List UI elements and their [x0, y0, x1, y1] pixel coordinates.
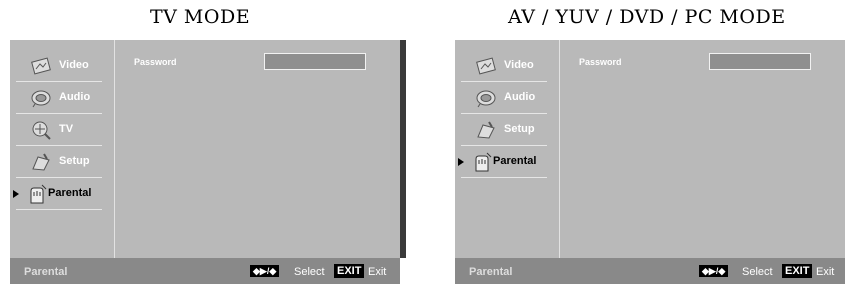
video-icon [476, 57, 496, 75]
menu-sidebar: Video Audio Setup Parental [455, 40, 560, 258]
menu-item-label: TV [59, 123, 74, 135]
tv-mode-title: TV MODE [150, 6, 251, 28]
menu-separator [461, 177, 547, 178]
menu-item-label: Video [504, 59, 534, 71]
av-mode-title: AV / YUV / DVD / PC MODE [508, 6, 786, 28]
exit-hint: Exit [816, 266, 835, 278]
current-menu-name: Parental [469, 266, 513, 278]
menu-item-label: Setup [504, 123, 535, 135]
menu-item-label: Audio [59, 91, 91, 103]
menu-separator [461, 113, 547, 114]
menu-item-video[interactable]: Video [461, 52, 553, 80]
password-label: Password [579, 57, 622, 67]
tv-mode-menu-panel: Video Audio TV Setup Parental Password P… [10, 40, 406, 284]
password-label: Password [134, 57, 177, 67]
menu-item-setup[interactable]: Setup [16, 148, 108, 176]
menu-item-setup[interactable]: Setup [461, 116, 553, 144]
selection-arrow-icon [458, 158, 464, 166]
current-menu-name: Parental [24, 266, 68, 278]
menu-separator [16, 209, 102, 210]
menu-sidebar: Video Audio TV Setup Parental [10, 40, 115, 258]
exit-key-icon: EXIT [782, 264, 813, 278]
menu-item-label: Audio [504, 91, 536, 103]
menu-separator [16, 177, 102, 178]
navigation-keys-icon: ◆▶/◆ [250, 265, 280, 277]
menu-item-label: Parental [493, 155, 537, 167]
setup-icon [32, 153, 50, 171]
menu-separator [16, 145, 102, 146]
select-hint: Select [742, 266, 773, 278]
menu-separator [16, 113, 102, 114]
menu-footer: Parental ◆▶/◆ Select EXIT Exit [10, 258, 400, 284]
audio-icon [31, 90, 51, 108]
exit-key-icon: EXIT [334, 264, 365, 278]
exit-hint: Exit [368, 266, 387, 278]
menu-separator [461, 145, 547, 146]
menu-item-tv[interactable]: TV [16, 116, 108, 144]
parental-icon [30, 184, 47, 204]
password-field[interactable] [264, 53, 366, 70]
parental-icon [475, 152, 492, 172]
menu-item-audio[interactable]: Audio [16, 84, 108, 112]
navigation-keys-icon: ◆▶/◆ [699, 265, 729, 277]
menu-item-video[interactable]: Video [16, 52, 108, 80]
select-hint: Select [294, 266, 325, 278]
menu-item-label: Setup [59, 155, 90, 167]
menu-item-parental[interactable]: Parental [458, 148, 553, 176]
tv-icon [32, 121, 51, 140]
setup-icon [477, 121, 495, 139]
menu-item-label: Parental [48, 187, 92, 199]
menu-separator [16, 81, 102, 82]
menu-separator [461, 81, 547, 82]
audio-icon [476, 90, 496, 108]
menu-item-parental[interactable]: Parental [13, 180, 108, 208]
selection-arrow-icon [13, 190, 19, 198]
video-icon [31, 57, 51, 75]
menu-item-label: Video [59, 59, 89, 71]
menu-item-audio[interactable]: Audio [461, 84, 553, 112]
menu-footer: Parental ◆▶/◆ Select EXIT Exit [455, 258, 845, 284]
password-field[interactable] [709, 53, 811, 70]
av-mode-menu-panel: Video Audio Setup Parental Password Pare… [455, 40, 845, 284]
